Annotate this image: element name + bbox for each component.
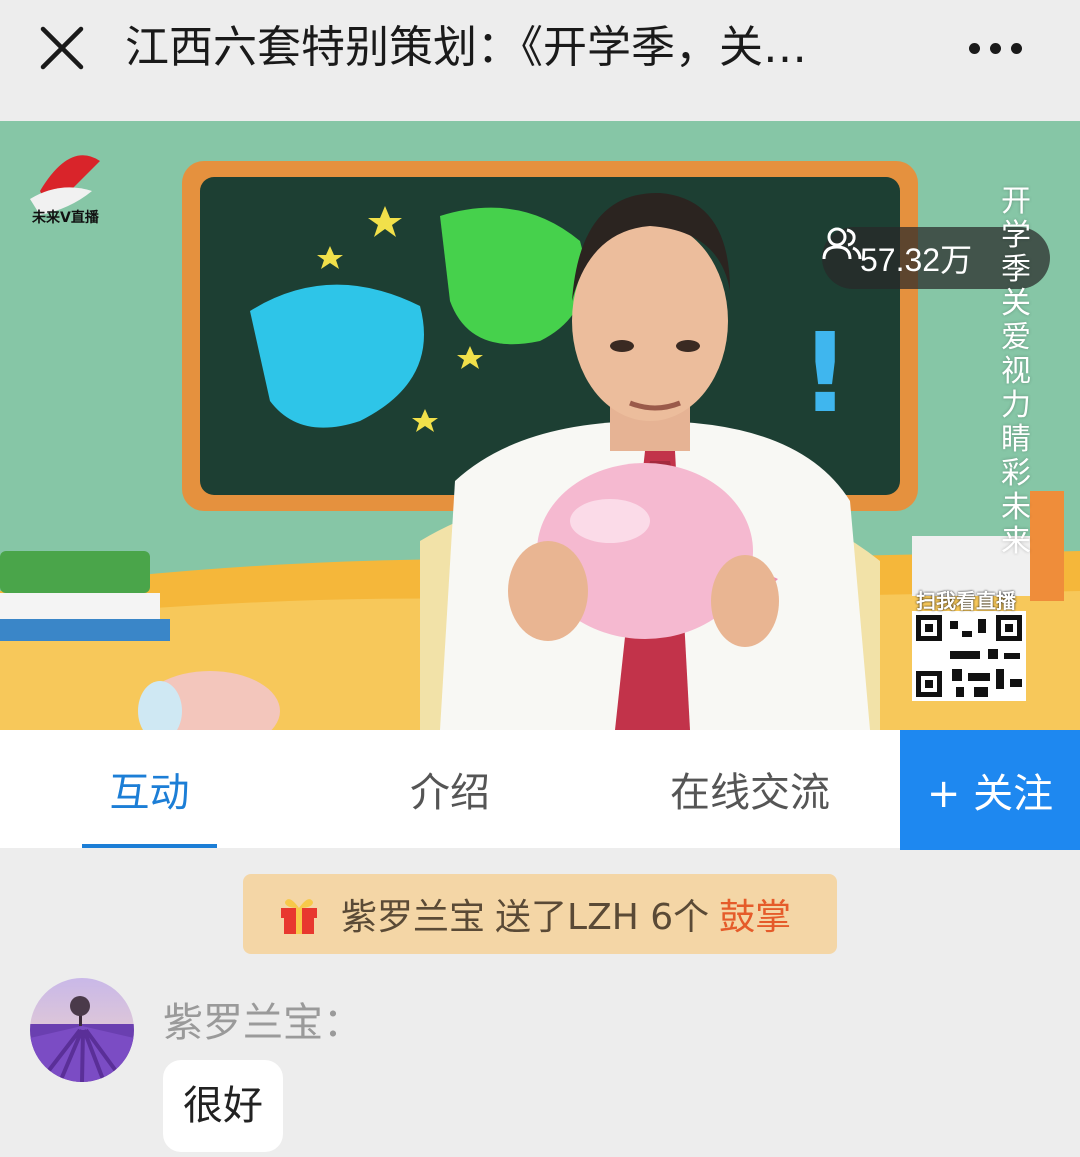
video-player[interactable]: ! 未来V直播 57.32万 开学季 关爱视力 睛彩未来 扫我看直播 xyxy=(0,121,1080,730)
viewer-count: 57.32万 xyxy=(860,242,973,278)
tab-label: 在线交流 xyxy=(670,770,830,816)
page-title: 江西六套特别策划：《开学季，关… xyxy=(125,22,807,73)
close-icon xyxy=(40,26,84,70)
tab-interaction[interactable]: 互动 xyxy=(82,730,217,848)
tab-active-indicator xyxy=(82,844,217,848)
tab-intro[interactable]: 介绍 xyxy=(380,730,520,848)
tab-label: 互动 xyxy=(109,770,190,816)
more-button[interactable] xyxy=(950,20,1040,76)
gift-sender: 紫罗兰宝 xyxy=(341,897,486,938)
tab-online-chat[interactable]: 在线交流 xyxy=(650,730,850,848)
tab-label: 介绍 xyxy=(410,770,490,816)
follow-button[interactable]: + 关注 xyxy=(900,730,1080,850)
users-icon xyxy=(822,227,862,260)
gift-action: 送了LZH 6个 xyxy=(495,897,710,938)
qr-label: 扫我看直播 xyxy=(916,589,1016,613)
top-bar: 江西六套特别策划：《开学季，关… xyxy=(0,0,1080,121)
comment-username: 紫罗兰宝： xyxy=(163,1000,363,1046)
close-button[interactable] xyxy=(30,20,94,76)
gift-notice: 紫罗兰宝 送了LZH 6个 鼓掌 xyxy=(243,874,837,954)
video-frame: ! xyxy=(0,121,1080,730)
channel-logo: 未来V直播 xyxy=(32,210,99,226)
avatar[interactable] xyxy=(30,978,134,1082)
avatar-image xyxy=(30,978,134,1082)
vertical-caption: 开学季 关爱视力 睛彩未来 xyxy=(1001,184,1031,559)
gift-icon xyxy=(281,899,317,934)
comment-bubble: 很好 xyxy=(163,1060,283,1152)
more-horizontal-icon xyxy=(968,42,1022,54)
gift-item: 鼓掌 xyxy=(719,897,792,938)
svg-text:!: ! xyxy=(800,309,850,437)
